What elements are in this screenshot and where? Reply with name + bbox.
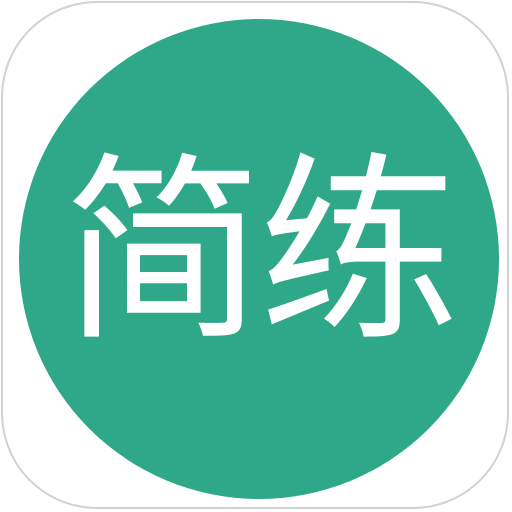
app-name-label: 简练 [62, 136, 459, 369]
app-icon-tile[interactable]: 简练 [1, 1, 509, 509]
